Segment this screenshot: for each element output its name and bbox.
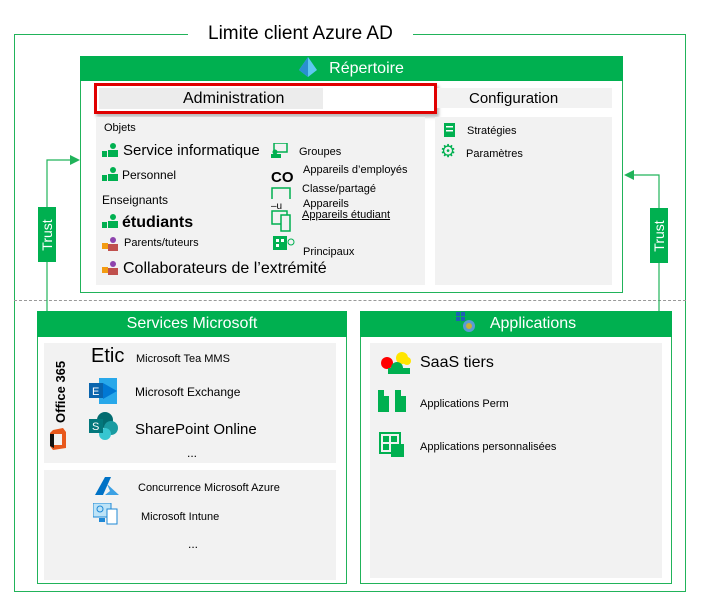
object-collaborateurs: Collaborateurs de l’extrémité bbox=[123, 260, 327, 277]
azure-icon bbox=[95, 477, 119, 495]
principals-icon bbox=[273, 236, 295, 250]
boundary-title: Limite client Azure AD bbox=[188, 23, 413, 45]
tab-configuration[interactable]: Configuration bbox=[437, 88, 612, 108]
office-more: ... bbox=[187, 446, 198, 460]
users-icon bbox=[102, 143, 118, 157]
object-etudiants: étudiants bbox=[122, 214, 194, 231]
services-header: Services Microsoft bbox=[37, 311, 347, 337]
azure-ad-icon bbox=[299, 57, 318, 77]
objects-heading: Objets bbox=[104, 122, 136, 134]
app-saas: SaaS tiers bbox=[420, 354, 494, 371]
object-parents: Parents/tuteurs bbox=[124, 237, 199, 249]
service-exchange: Microsoft Exchange bbox=[135, 385, 241, 399]
app-custom: Applications personnalisées bbox=[420, 441, 557, 453]
applications-header: Applications bbox=[360, 311, 672, 337]
on-prem-buildings-icon bbox=[378, 390, 406, 412]
office365-label: Office 365 bbox=[53, 360, 68, 423]
applications-title: Applications bbox=[489, 315, 577, 332]
svg-text:E: E bbox=[92, 386, 99, 398]
users-icon bbox=[102, 214, 118, 228]
config-panel bbox=[435, 117, 612, 285]
services-title: Services Microsoft bbox=[126, 315, 258, 332]
group-groupes: Groupes bbox=[299, 146, 342, 158]
groups-icon bbox=[271, 143, 288, 158]
svg-text:S: S bbox=[92, 421, 99, 433]
office-logo-icon bbox=[50, 428, 66, 450]
object-personnel: Personnel bbox=[122, 168, 177, 182]
config-parametres[interactable]: Paramètres bbox=[466, 148, 523, 160]
tab-configuration-label: Configuration bbox=[469, 90, 559, 107]
group-appareils-etudiant: Appareils étudiant bbox=[302, 209, 391, 221]
sharepoint-icon: S bbox=[89, 412, 118, 440]
boundary-divider bbox=[14, 300, 686, 301]
users-icon bbox=[102, 167, 118, 181]
azure-ad-diagram: Limite client Azure AD Répertoire Admini… bbox=[0, 0, 715, 615]
shared-device-icon bbox=[271, 187, 291, 199]
intune-icon bbox=[93, 503, 118, 525]
directory-title: Répertoire bbox=[329, 60, 404, 77]
teams-prefix: Etic bbox=[91, 345, 125, 367]
applications-panel bbox=[370, 343, 662, 578]
directory-header: Répertoire bbox=[80, 56, 623, 81]
parents-icon bbox=[102, 237, 118, 251]
config-strategies[interactable]: Stratégies bbox=[467, 125, 517, 137]
other-more: ... bbox=[188, 537, 199, 551]
service-sharepoint: SharePoint Online bbox=[135, 421, 257, 438]
saas-cloud-icon bbox=[381, 352, 411, 374]
service-teams: Microsoft Tea MMS bbox=[136, 353, 230, 365]
group-classe-partage: Classe/partagé bbox=[302, 183, 376, 195]
policies-icon bbox=[444, 123, 455, 137]
app-perm: Applications Perm bbox=[420, 398, 509, 410]
object-service-informatique: Service informatique bbox=[123, 142, 260, 159]
custom-apps-icon bbox=[379, 432, 404, 457]
group-principaux: Principaux bbox=[303, 246, 355, 258]
tab-administration[interactable]: Administration bbox=[94, 83, 437, 114]
trust-label-left: Trust bbox=[38, 207, 56, 262]
tab-administration-label: Administration bbox=[183, 90, 285, 107]
trust-label-right: Trust bbox=[650, 208, 668, 263]
exchange-icon: E bbox=[89, 378, 117, 404]
gear-icon: ⚙ bbox=[440, 141, 457, 161]
service-intune: Microsoft Intune bbox=[141, 511, 220, 523]
service-azure: Concurrence Microsoft Azure bbox=[138, 482, 280, 494]
group-appareils-employes: Appareils d’employés bbox=[303, 164, 408, 176]
student-device-icon bbox=[271, 210, 291, 232]
object-enseignants: Enseignants bbox=[102, 193, 169, 207]
applications-icon bbox=[455, 312, 475, 332]
collaborators-icon bbox=[102, 261, 118, 275]
devices-co-label: CO bbox=[271, 169, 294, 186]
